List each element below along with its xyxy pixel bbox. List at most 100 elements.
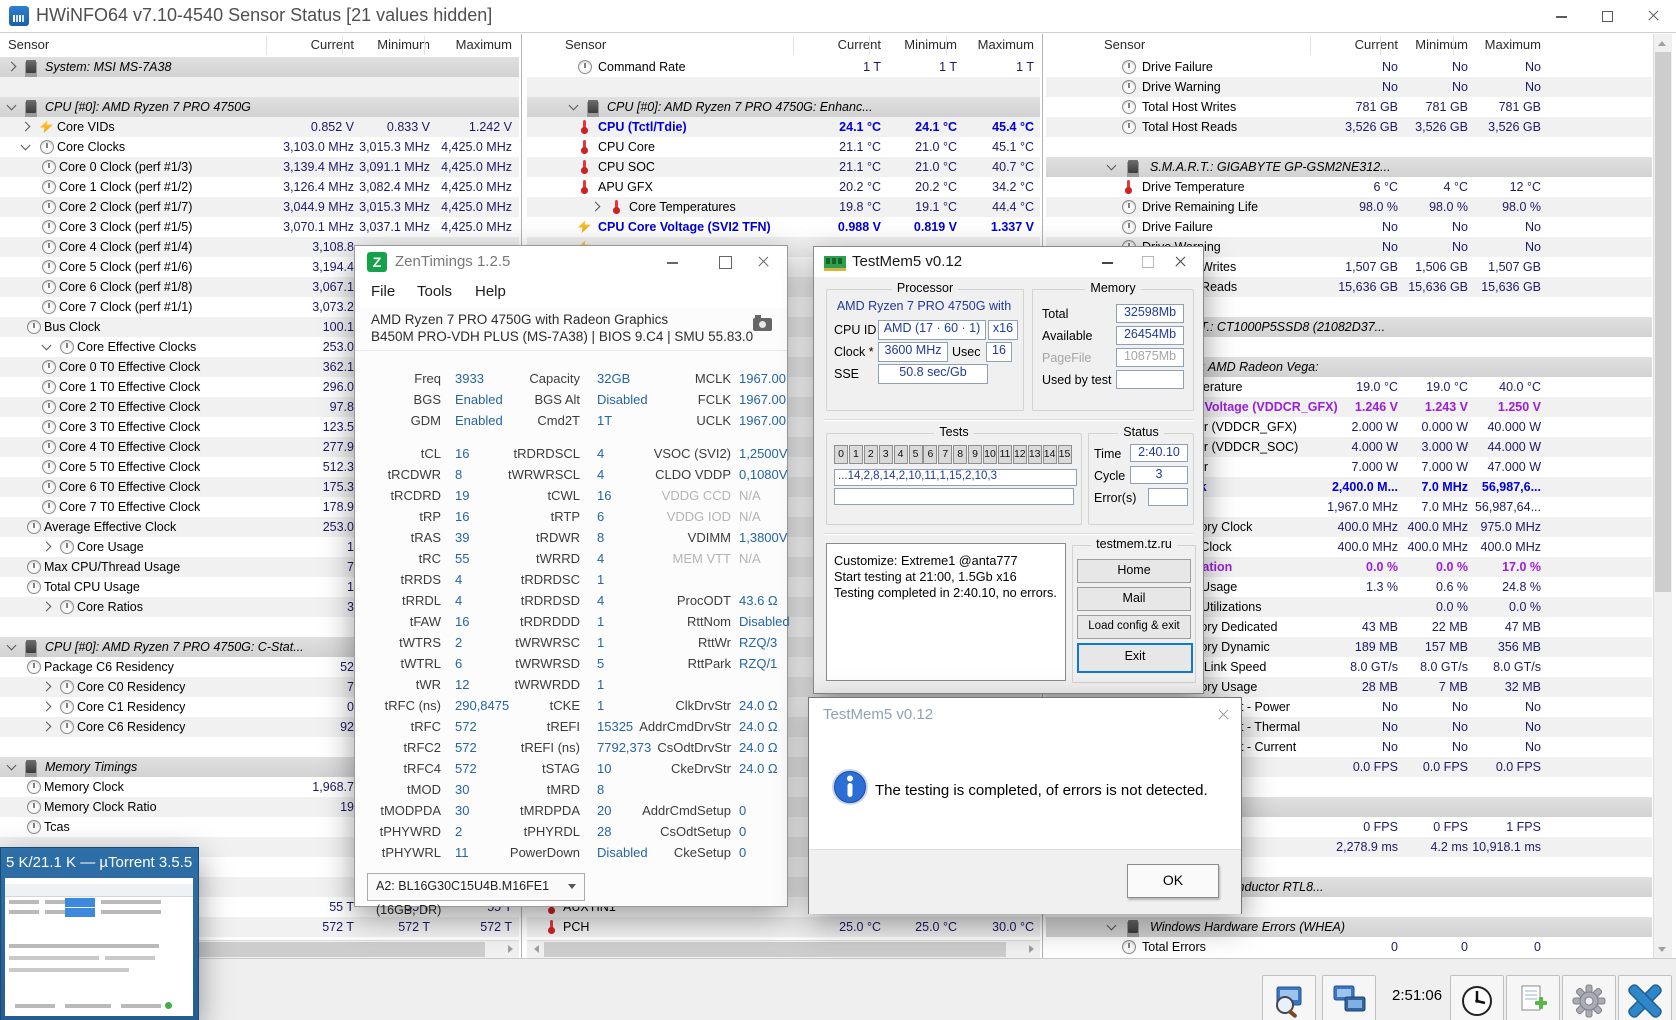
collapse-icon[interactable] — [7, 641, 17, 651]
sensor-row[interactable]: Total Host Writes781 GB781 GB781 GB — [1046, 97, 1652, 117]
test-button-11[interactable]: 11 — [998, 445, 1012, 464]
test-button-10[interactable]: 10 — [983, 445, 997, 464]
column-header[interactable]: Maximum — [939, 37, 1034, 52]
timing-label: VDIMM — [611, 530, 731, 545]
exit-button[interactable] — [1618, 975, 1672, 1020]
section-row[interactable]: S.M.A.R.T.: GIGABYTE GP-GSM2NE312... — [1046, 157, 1652, 177]
sensor-row[interactable]: Drive Temperature6 °C4 °C12 °C — [1046, 177, 1652, 197]
sensor-row[interactable]: CPU Core Voltage (SVI2 TFN)0.988 V0.819 … — [527, 217, 1040, 237]
sensor-row[interactable]: Drive Remaining Life98.0 %98.0 %98.0 % — [1046, 197, 1652, 217]
mail-button[interactable]: Mail — [1077, 587, 1191, 611]
sensor-row[interactable]: Total Host Reads3,526 GB3,526 GB3,526 GB — [1046, 117, 1652, 137]
column-header-sensor[interactable]: Sensor — [8, 37, 49, 52]
clock-sensor-icon — [1122, 940, 1136, 954]
column-header[interactable]: Maximum — [417, 37, 512, 52]
collapse-icon[interactable] — [7, 101, 17, 111]
sensor-row[interactable]: CPU SOC21.1 °C21.0 °C40.7 °C — [527, 157, 1040, 177]
expand-icon[interactable] — [591, 202, 601, 212]
collapse-icon[interactable] — [569, 101, 579, 111]
expand-icon[interactable] — [42, 722, 52, 732]
sensor-row[interactable]: CPU (Tctl/Tdie)24.1 °C24.1 °C45.4 °C — [527, 117, 1040, 137]
test-button-6[interactable]: 6 — [923, 445, 937, 464]
test-button-12[interactable]: 12 — [1013, 445, 1027, 464]
right-panel-vscrollbar[interactable] — [1653, 34, 1672, 958]
menu-file[interactable]: File — [371, 283, 395, 300]
column-header-sensor[interactable]: Sensor — [565, 37, 606, 52]
section-row[interactable]: CPU [#0]: AMD Ryzen 7 PRO 4750G: Enhanc.… — [527, 97, 1040, 117]
chevron-down-icon — [568, 884, 576, 893]
timing-label: tRDRDSD — [460, 593, 580, 608]
sensor-row[interactable]: Core 2 Clock (perf #1/7)3,044.9 MHz3,015… — [0, 197, 519, 217]
test-button-5[interactable]: 5 — [909, 445, 923, 464]
sensor-row[interactable]: Core Temperatures19.8 °C19.1 °C44.4 °C — [527, 197, 1040, 217]
test-button-3[interactable]: 3 — [879, 445, 893, 464]
collapse-icon[interactable] — [1107, 161, 1117, 171]
sensor-row[interactable]: APU GFX20.2 °C20.2 °C34.2 °C — [527, 177, 1040, 197]
section-row[interactable]: CPU [#0]: AMD Ryzen 7 PRO 4750G — [0, 97, 519, 117]
test-button-2[interactable]: 2 — [864, 445, 878, 464]
expand-icon[interactable] — [42, 542, 52, 552]
sensor-row[interactable]: Core 1 Clock (perf #1/2)3,126.4 MHz3,082… — [0, 177, 519, 197]
expand-icon[interactable] — [21, 122, 31, 132]
test-button-4[interactable]: 4 — [894, 445, 908, 464]
menu-help[interactable]: Help — [475, 283, 506, 300]
column-header[interactable]: Minimum — [335, 37, 430, 52]
sensor-row[interactable]: Drive FailureNoNoNo — [1046, 217, 1652, 237]
sensor-row[interactable]: Drive FailureNoNoNo — [1046, 57, 1652, 77]
minimize-button[interactable] — [667, 262, 678, 264]
collapse-icon[interactable] — [21, 141, 31, 151]
expand-icon[interactable] — [42, 702, 52, 712]
sensor-row[interactable]: Core 0 Clock (perf #1/3)3,139.4 MHz3,091… — [0, 157, 519, 177]
load-config-exit-button[interactable]: Load config & exit — [1077, 615, 1191, 639]
report-button[interactable] — [1506, 975, 1560, 1020]
test-button-0[interactable]: 0 — [834, 445, 848, 464]
expand-icon[interactable] — [7, 62, 17, 72]
sensor-row[interactable]: Total Errors000 — [1046, 937, 1652, 957]
system-summary-button[interactable] — [1262, 975, 1316, 1020]
sensor-row[interactable]: CPU Core21.1 °C21.0 °C45.1 °C — [527, 137, 1040, 157]
test-button-13[interactable]: 13 — [1028, 445, 1042, 464]
ok-button[interactable]: OK — [1127, 864, 1219, 898]
menu-tools[interactable]: Tools — [417, 283, 452, 300]
middle-panel-hscrollbar[interactable] — [527, 940, 1040, 958]
log-line: Start testing at 21:00, 1.5Gb x16 — [834, 570, 1017, 584]
sensor-row[interactable]: Core VIDs0.852 V0.833 V1.242 V — [0, 117, 519, 137]
column-header-sensor[interactable]: Sensor — [1104, 37, 1145, 52]
sensor-row[interactable]: Core 3 Clock (perf #1/5)3,070.1 MHz3,037… — [0, 217, 519, 237]
home-button[interactable]: Home — [1077, 559, 1191, 583]
test-button-15[interactable]: 15 — [1058, 445, 1072, 464]
sensor-row[interactable]: Drive WarningNoNoNo — [1046, 77, 1652, 97]
minimize-button[interactable] — [1102, 262, 1113, 264]
close-button[interactable] — [1630, 0, 1676, 32]
remote-sensors-button[interactable] — [1322, 975, 1376, 1020]
expand-icon[interactable] — [42, 682, 52, 692]
settings-button[interactable] — [1562, 975, 1616, 1020]
sensor-row[interactable]: PCH25.0 °C25.0 °C30.0 °C — [527, 917, 1040, 937]
clock-button[interactable] — [1450, 975, 1504, 1020]
test-button-14[interactable]: 14 — [1043, 445, 1057, 464]
sensor-row[interactable]: Command Rate1 T1 T1 T — [527, 57, 1040, 77]
section-row[interactable]: System: MSI MS-7A38 — [0, 57, 519, 77]
expand-icon[interactable] — [42, 602, 52, 612]
clock-icon — [1459, 983, 1495, 1019]
maximize-button[interactable] — [719, 256, 732, 269]
maximize-button[interactable] — [1584, 0, 1630, 32]
minimize-button[interactable] — [1538, 0, 1584, 32]
sensor-row[interactable]: Core Clocks3,103.0 MHz3,015.3 MHz4,425.0… — [0, 137, 519, 157]
test-button-7[interactable]: 7 — [938, 445, 952, 464]
test-button-1[interactable]: 1 — [849, 445, 863, 464]
collapse-icon[interactable] — [1107, 921, 1117, 931]
test-button-9[interactable]: 9 — [968, 445, 982, 464]
column-header[interactable]: Maximum — [1446, 37, 1541, 52]
sensor-label: Core 7 Clock (perf #1/1) — [59, 300, 192, 314]
test-button-8[interactable]: 8 — [953, 445, 967, 464]
collapse-icon[interactable] — [7, 761, 17, 771]
collapse-icon[interactable] — [42, 341, 52, 351]
maximize-button[interactable] — [1142, 256, 1154, 268]
timing-label: RttNom — [611, 614, 731, 629]
timing-label: tRCDWR — [321, 467, 441, 482]
dimm-selector-dropdown[interactable]: A2: BL16G30C15U4B.M16FE1 (16GB, DR) — [367, 873, 585, 901]
section-row[interactable]: Windows Hardware Errors (WHEA) — [1046, 917, 1652, 937]
exit-button[interactable]: Exit — [1077, 643, 1193, 673]
thermometer-icon — [578, 160, 591, 173]
